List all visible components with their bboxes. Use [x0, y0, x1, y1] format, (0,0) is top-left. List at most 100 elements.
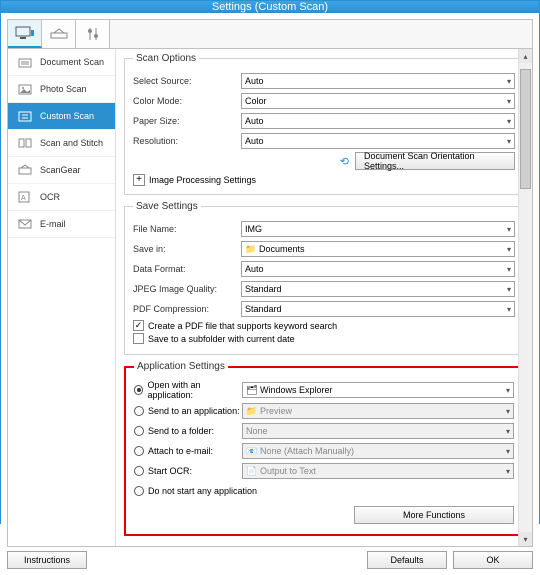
window-title: Settings (Custom Scan): [212, 1, 328, 13]
top-toolbar: [7, 19, 533, 48]
sidebar-label: Custom Scan: [40, 111, 94, 121]
sidebar-item-ocr[interactable]: A OCR: [8, 184, 115, 211]
plus-icon: +: [133, 174, 145, 186]
start-ocr-radio[interactable]: Start OCR:: [134, 466, 242, 476]
color-mode-label: Color Mode:: [133, 96, 241, 106]
ok-button[interactable]: OK: [453, 551, 533, 569]
attach-email-radio[interactable]: Attach to e-mail:: [134, 446, 242, 456]
send-to-app-dropdown[interactable]: 📁Preview▾: [242, 403, 514, 419]
application-settings-group: Application Settings Open with an applic…: [124, 361, 524, 536]
file-name-label: File Name:: [133, 224, 241, 234]
document-icon: [16, 55, 34, 69]
email-icon: [16, 217, 34, 231]
send-to-app-radio[interactable]: Send to an application:: [134, 406, 242, 416]
paper-size-label: Paper Size:: [133, 116, 241, 126]
attach-email-dropdown[interactable]: 📧None (Attach Manually)▾: [242, 443, 514, 459]
reset-icon[interactable]: ⟲: [340, 155, 349, 168]
chevron-down-icon: ▾: [507, 265, 511, 274]
chevron-down-icon: ▾: [507, 245, 511, 254]
defaults-button[interactable]: Defaults: [367, 551, 447, 569]
sidebar-label: Document Scan: [40, 57, 104, 67]
data-format-label: Data Format:: [133, 264, 241, 274]
keyword-search-checkbox[interactable]: ✓ Create a PDF file that supports keywor…: [133, 320, 515, 331]
sidebar-label: Scan and Stitch: [40, 138, 103, 148]
send-to-folder-dropdown[interactable]: None▾: [242, 423, 514, 439]
sidebar: Document Scan Photo Scan Custom Scan Sca…: [8, 49, 116, 546]
save-settings-group: Save Settings File Name: IMG▾ Save in: 📁…: [124, 201, 524, 355]
chevron-down-icon: ▾: [507, 285, 511, 294]
more-functions-button[interactable]: More Functions: [354, 506, 514, 524]
image-processing-expander[interactable]: + Image Processing Settings: [133, 174, 515, 186]
chevron-down-icon: ▾: [506, 467, 510, 476]
vertical-scrollbar[interactable]: ▴ ▾: [518, 49, 532, 546]
resolution-dropdown[interactable]: Auto▾: [241, 133, 515, 149]
subfolder-checkbox[interactable]: Save to a subfolder with current date: [133, 333, 515, 344]
sidebar-item-document-scan[interactable]: Document Scan: [8, 49, 115, 76]
sidebar-label: OCR: [40, 192, 60, 202]
sidebar-item-email[interactable]: E-mail: [8, 211, 115, 238]
send-to-folder-radio[interactable]: Send to a folder:: [134, 426, 242, 436]
monitor-icon: [15, 26, 35, 40]
toolbar-scan-from-computer[interactable]: [8, 20, 42, 48]
jpeg-quality-dropdown[interactable]: Standard▾: [241, 281, 515, 297]
scanner-icon: [50, 28, 68, 40]
sidebar-label: ScanGear: [40, 165, 81, 175]
custom-icon: [16, 109, 34, 123]
footer: Instructions Defaults OK: [7, 547, 533, 569]
chevron-down-icon: ▾: [506, 427, 510, 436]
client-area: Document Scan Photo Scan Custom Scan Sca…: [1, 13, 539, 575]
scroll-down-arrow[interactable]: ▾: [519, 532, 532, 546]
paper-size-dropdown[interactable]: Auto▾: [241, 113, 515, 129]
application-settings-legend: Application Settings: [134, 361, 228, 372]
open-with-radio[interactable]: Open with an application:: [134, 380, 242, 400]
chevron-down-icon: ▾: [507, 137, 511, 146]
jpeg-quality-label: JPEG Image Quality:: [133, 284, 241, 294]
file-name-field[interactable]: IMG▾: [241, 221, 515, 237]
sidebar-label: Photo Scan: [40, 84, 87, 94]
text-icon: 📄: [246, 466, 258, 477]
sidebar-item-scan-and-stitch[interactable]: Scan and Stitch: [8, 130, 115, 157]
data-format-dropdown[interactable]: Auto▾: [241, 261, 515, 277]
sliders-icon: [86, 27, 100, 41]
scroll-thumb[interactable]: [520, 69, 531, 189]
save-settings-legend: Save Settings: [133, 201, 201, 212]
chevron-down-icon: ▾: [507, 225, 511, 234]
color-mode-dropdown[interactable]: Color▾: [241, 93, 515, 109]
chevron-down-icon: ▾: [506, 407, 510, 416]
save-in-dropdown[interactable]: 📁Documents▾: [241, 241, 515, 257]
sidebar-item-custom-scan[interactable]: Custom Scan: [8, 103, 115, 130]
explorer-icon: 🗂: [246, 385, 258, 396]
save-in-label: Save in:: [133, 244, 241, 254]
orientation-settings-button[interactable]: Document Scan Orientation Settings...: [355, 152, 515, 170]
preview-icon: 📁: [246, 406, 258, 417]
scangear-icon: [16, 163, 34, 177]
do-not-start-radio[interactable]: Do not start any application: [134, 486, 257, 496]
mail-icon: 📧: [246, 446, 258, 457]
checkbox-checked-icon: ✓: [133, 320, 144, 331]
checkbox-unchecked-icon: [133, 333, 144, 344]
chevron-down-icon: ▾: [507, 117, 511, 126]
folder-icon: 📁: [245, 244, 257, 255]
pdf-compression-label: PDF Compression:: [133, 304, 241, 314]
sidebar-item-scangear[interactable]: ScanGear: [8, 157, 115, 184]
toolbar-general-settings[interactable]: [76, 20, 110, 48]
pdf-compression-dropdown[interactable]: Standard▾: [241, 301, 515, 317]
open-with-dropdown[interactable]: 🗂Windows Explorer▾: [242, 382, 514, 398]
select-source-dropdown[interactable]: Auto▾: [241, 73, 515, 89]
title-bar: Settings (Custom Scan): [1, 1, 539, 13]
chevron-down-icon: ▾: [507, 97, 511, 106]
chevron-down-icon: ▾: [506, 386, 510, 395]
scan-options-group: Scan Options Select Source: Auto▾ Color …: [124, 53, 524, 195]
start-ocr-dropdown[interactable]: 📄Output to Text▾: [242, 463, 514, 479]
resolution-label: Resolution:: [133, 136, 241, 146]
settings-window: Settings (Custom Scan) Document Scan: [0, 0, 540, 524]
stitch-icon: [16, 136, 34, 150]
toolbar-scan-from-panel[interactable]: [42, 20, 76, 48]
select-source-label: Select Source:: [133, 76, 241, 86]
chevron-down-icon: ▾: [506, 447, 510, 456]
sidebar-label: E-mail: [40, 219, 66, 229]
scroll-up-arrow[interactable]: ▴: [519, 49, 532, 63]
instructions-button[interactable]: Instructions: [7, 551, 87, 569]
sidebar-item-photo-scan[interactable]: Photo Scan: [8, 76, 115, 103]
chevron-down-icon: ▾: [507, 305, 511, 314]
